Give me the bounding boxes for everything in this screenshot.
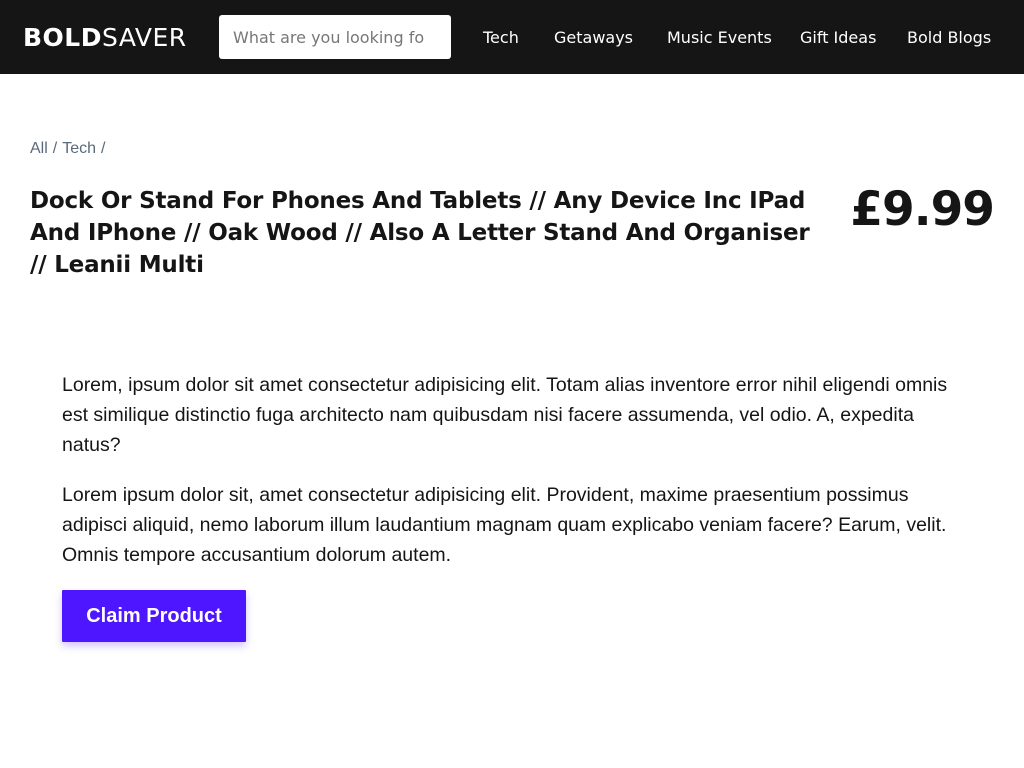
description-paragraph: Lorem ipsum dolor sit, amet consectetur … <box>62 484 947 566</box>
nav-link-bold-blogs[interactable]: Bold Blogs <box>907 28 991 47</box>
breadcrumb-link-tech[interactable]: Tech <box>62 140 96 158</box>
claim-product-button[interactable]: Claim Product <box>62 590 246 642</box>
product-title: Dock Or Stand For Phones And Tablets // … <box>30 188 810 278</box>
top-navigation-bar: BOLDSAVER Tech Getaways Music Events Gif… <box>0 0 1024 74</box>
breadcrumb-link-all[interactable]: All <box>30 140 48 158</box>
nav-link-tech[interactable]: Tech <box>483 28 519 47</box>
description-paragraph: Lorem, ipsum dolor sit amet consectetur … <box>62 374 948 456</box>
breadcrumb-separator: / <box>101 140 106 157</box>
nav-link-gift-ideas[interactable]: Gift Ideas <box>800 28 876 47</box>
search-input[interactable] <box>219 15 451 59</box>
logo-bold-text: BOLD <box>23 22 102 52</box>
product-price: £9.99 <box>850 182 995 237</box>
nav-link-getaways[interactable]: Getaways <box>554 28 633 47</box>
breadcrumb: All / Tech / <box>30 140 105 158</box>
breadcrumb-separator: / <box>52 140 58 157</box>
product-description: Lorem, ipsum dolor sit amet consectetur … <box>62 370 962 590</box>
logo-thin-text: SAVER <box>102 22 187 52</box>
nav-link-music-events[interactable]: Music Events <box>667 28 772 47</box>
boldsaver-logo[interactable]: BOLD SAVER <box>23 22 187 52</box>
